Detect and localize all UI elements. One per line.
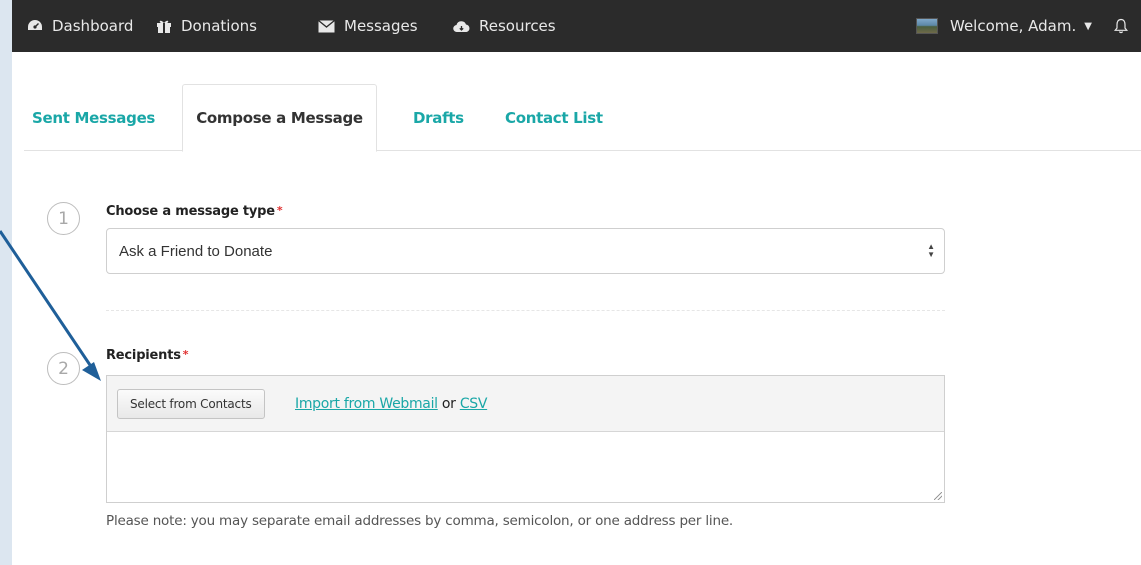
message-type-label: Choose a message type * [106, 204, 283, 219]
required-marker: * [276, 204, 283, 217]
recipients-box: Select from Contacts Import from Webmail… [106, 375, 945, 503]
tab-compose-message[interactable]: Compose a Message [182, 84, 377, 152]
bell-icon [1114, 18, 1128, 34]
step-1-indicator: 1 [47, 202, 80, 235]
top-navigation-bar: Dashboard Donations Messages Resources W… [12, 0, 1141, 52]
tab-sent-messages-label: Sent Messages [32, 108, 156, 127]
nav-dashboard-label: Dashboard [52, 17, 134, 35]
notifications-button[interactable] [1114, 0, 1137, 52]
message-tabs: Sent Messages Compose a Message Drafts C… [24, 84, 1141, 152]
nav-dashboard[interactable]: Dashboard [27, 0, 133, 52]
required-marker: * [182, 348, 189, 361]
nav-resources[interactable]: Resources [453, 0, 556, 52]
step-2-indicator: 2 [47, 352, 80, 385]
avatar [916, 18, 938, 34]
user-welcome-label: Welcome, Adam. [950, 17, 1077, 35]
tab-contact-list[interactable]: Contact List [505, 84, 603, 151]
nav-donations-label: Donations [181, 17, 257, 35]
user-menu[interactable]: Welcome, Adam. ▼ [916, 0, 1092, 52]
tab-sent-messages[interactable]: Sent Messages [32, 84, 155, 151]
nav-donations[interactable]: Donations [156, 0, 257, 52]
recipients-label: Recipients * [106, 348, 189, 363]
select-arrows-icon: ▲ ▼ [927, 242, 935, 259]
message-type-select[interactable]: Ask a Friend to Donate ▲ ▼ [106, 228, 945, 274]
tab-contact-list-label: Contact List [505, 108, 603, 127]
recipients-textarea[interactable] [107, 432, 944, 502]
recipients-label-text: Recipients [106, 348, 181, 363]
app-frame: Dashboard Donations Messages Resources W… [12, 0, 1141, 565]
or-text: or [441, 396, 456, 412]
gift-icon [157, 20, 171, 33]
caret-down-icon: ▼ [1084, 20, 1092, 32]
recipients-help-text: Please note: you may separate email addr… [106, 513, 734, 529]
tab-drafts[interactable]: Drafts [413, 84, 464, 151]
select-from-contacts-button[interactable]: Select from Contacts [117, 389, 265, 419]
message-type-selected-value: Ask a Friend to Donate [119, 242, 273, 260]
tab-drafts-label: Drafts [413, 108, 464, 127]
nav-messages[interactable]: Messages [318, 0, 418, 52]
import-csv-link[interactable]: CSV [460, 396, 488, 412]
nav-resources-label: Resources [479, 17, 556, 35]
envelope-icon [318, 19, 335, 32]
cloud-icon [453, 20, 470, 32]
resize-grip-icon[interactable] [934, 492, 942, 500]
recipients-toolbar: Select from Contacts Import from Webmail… [107, 376, 944, 432]
nav-messages-label: Messages [344, 17, 418, 35]
section-divider [106, 310, 945, 311]
dashboard-icon [28, 20, 42, 30]
import-links: Import from Webmail or CSV [295, 396, 487, 412]
message-type-label-text: Choose a message type [106, 204, 275, 219]
import-webmail-link[interactable]: Import from Webmail [295, 396, 438, 412]
tab-compose-message-label: Compose a Message [196, 109, 363, 127]
